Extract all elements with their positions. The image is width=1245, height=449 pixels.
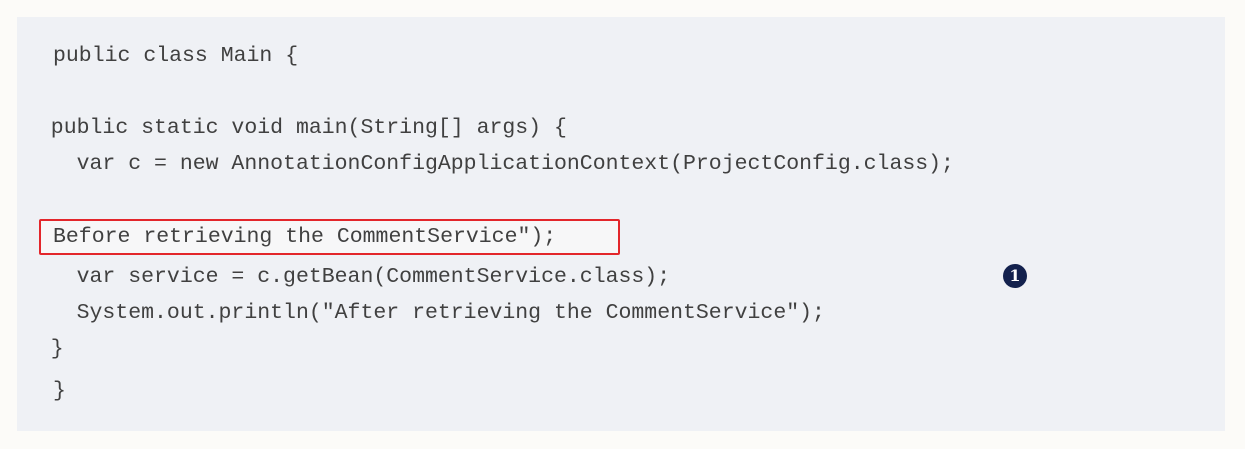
- code-line-class-declaration: public class Main {: [53, 44, 299, 68]
- code-line-context: var c = new AnnotationConfigApplicationC…: [25, 152, 954, 176]
- code-line-method-close: }: [25, 337, 64, 361]
- code-line-class-close: }: [53, 379, 66, 403]
- code-line-println: System.out.println("After retrieving the…: [25, 301, 825, 325]
- code-line-get-bean: var service = c.getBean(CommentService.c…: [25, 265, 671, 289]
- callout-marker: 1: [1003, 264, 1027, 288]
- code-line-main-method: public static void main(String[] args) {: [25, 116, 567, 140]
- code-line-highlighted: Before retrieving the CommentService");: [53, 225, 557, 249]
